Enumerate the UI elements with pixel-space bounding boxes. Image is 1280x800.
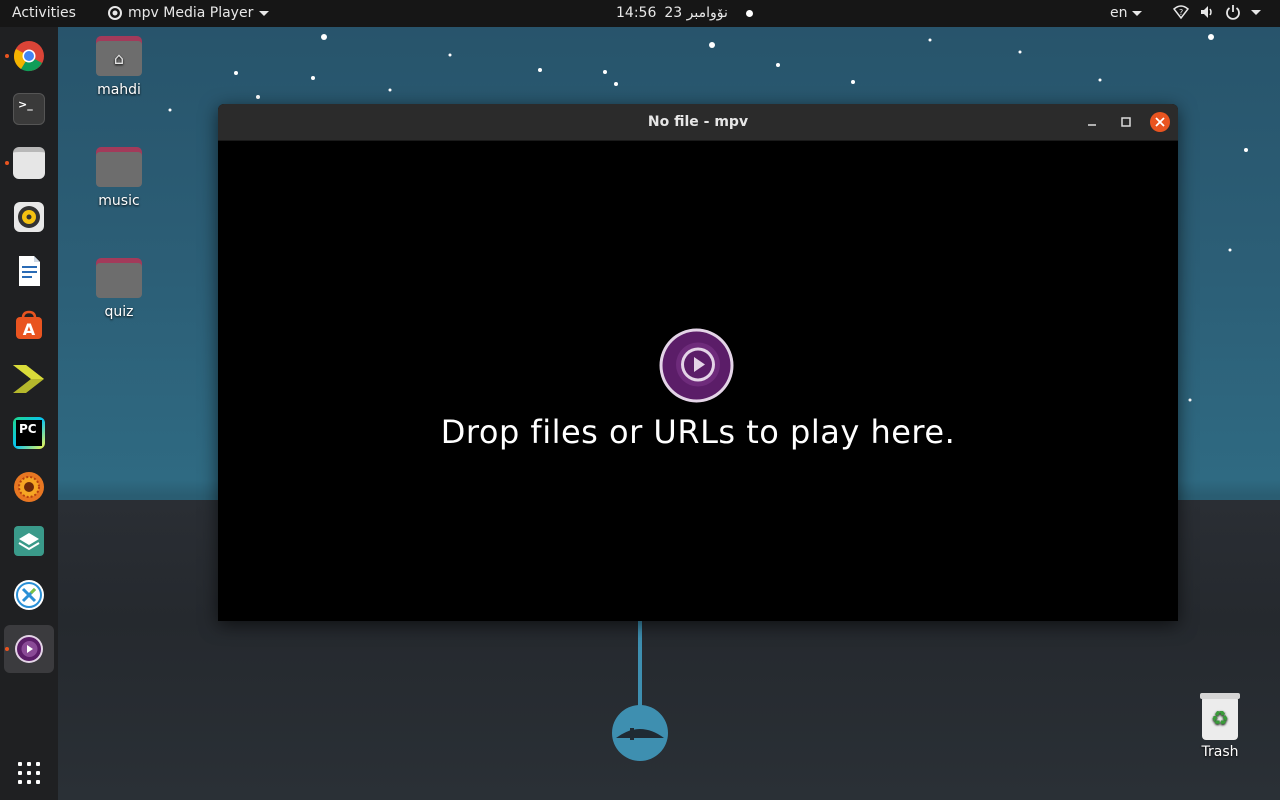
svg-text:?: ?: [1179, 8, 1183, 17]
language-label: en: [1110, 5, 1128, 21]
running-indicator: [5, 161, 9, 165]
desktop-icon-label: music: [98, 193, 140, 209]
desktop-icon-mahdi[interactable]: ⌂ mahdi: [79, 36, 159, 98]
close-button[interactable]: [1150, 112, 1170, 132]
dock-item-rhythmbox[interactable]: [4, 193, 54, 241]
pycharm-icon: PC: [13, 417, 45, 449]
app-menu[interactable]: mpv Media Player: [108, 5, 270, 21]
grid-dot: [27, 780, 31, 784]
files-icon: [13, 147, 45, 179]
software-icon: A: [16, 310, 42, 339]
dock-item-flower-app[interactable]: [4, 463, 54, 511]
running-indicator: [5, 647, 9, 651]
folder-icon: [96, 258, 142, 298]
desktop-icon-music[interactable]: music: [79, 147, 159, 209]
chevron-down-icon: [259, 10, 270, 16]
language-selector[interactable]: en: [1110, 5, 1142, 21]
maximize-icon: [1121, 117, 1131, 127]
dock-item-chrome[interactable]: [4, 32, 54, 80]
svg-text:A: A: [23, 320, 36, 339]
pycharm-icon-label: PC: [16, 420, 42, 446]
window-titlebar[interactable]: No file - mpv: [218, 104, 1178, 141]
system-menu[interactable]: ?: [1173, 4, 1261, 20]
chrome-icon: [13, 41, 44, 72]
dock-item-pycharm[interactable]: PC: [4, 409, 54, 457]
show-apps-button[interactable]: [18, 762, 40, 784]
mpv-icon: [15, 635, 43, 663]
grid-dot: [27, 762, 31, 766]
terminal-icon: >_: [13, 93, 45, 125]
grid-dot: [36, 762, 40, 766]
flower-icon: [14, 472, 44, 502]
dock-item-x-app[interactable]: [4, 571, 54, 619]
drop-hint-text: Drop files or URLs to play here.: [440, 413, 956, 451]
trash-label: Trash: [1201, 744, 1239, 760]
grid-dot: [27, 771, 31, 775]
writer-icon: [19, 256, 40, 286]
notification-dot-icon: [745, 9, 753, 17]
dock-item-files[interactable]: [4, 139, 54, 187]
trash-icon: ♻: [1200, 693, 1240, 740]
arrow-app-icon: [13, 365, 44, 393]
dock: >_ A PC: [0, 27, 58, 800]
x-app-icon: [14, 580, 44, 610]
minimize-icon: [1088, 124, 1096, 126]
folder-icon: [96, 147, 142, 187]
dock-item-terminal[interactable]: >_: [4, 85, 54, 133]
clock[interactable]: 14:56 23 نۆوامبر: [616, 5, 753, 21]
power-icon: [1226, 5, 1240, 20]
volume-icon: [1201, 6, 1212, 18]
home-folder-icon: ⌂: [96, 36, 142, 76]
dock-item-book-app[interactable]: [4, 517, 54, 565]
video-area[interactable]: Drop files or URLs to play here.: [218, 141, 1178, 621]
top-bar: Activities mpv Media Player 14:56 23 نۆو…: [0, 0, 1280, 27]
clock-date: 23 نۆوامبر: [664, 5, 728, 21]
wifi-icon: ?: [1173, 5, 1189, 20]
maximize-button[interactable]: [1116, 112, 1136, 132]
book-icon: [14, 526, 44, 556]
grid-dot: [36, 780, 40, 784]
mpv-small-icon: [108, 6, 122, 20]
mpv-logo-icon: [659, 328, 734, 403]
grid-dot: [18, 780, 22, 784]
rhythmbox-icon: [14, 202, 44, 232]
mpv-window: No file - mpv Drop files or URLs to play…: [218, 104, 1178, 621]
chevron-down-icon: [1131, 10, 1142, 16]
dock-item-software[interactable]: A: [4, 301, 54, 349]
close-icon: [1155, 117, 1165, 127]
chevron-down-icon: [1251, 9, 1261, 15]
desktop-icon-label: mahdi: [97, 82, 141, 98]
running-indicator: [5, 54, 9, 58]
dock-item-arrow-app[interactable]: [4, 355, 54, 403]
window-title: No file - mpv: [647, 114, 749, 130]
desktop-icon-label: quiz: [104, 304, 134, 320]
app-menu-label: mpv Media Player: [128, 5, 254, 21]
grid-dot: [18, 762, 22, 766]
dock-item-writer[interactable]: [4, 247, 54, 295]
grid-dot: [18, 771, 22, 775]
desktop-icon-trash[interactable]: ♻ Trash: [1186, 693, 1254, 760]
grid-dot: [36, 771, 40, 775]
desktop-icon-quiz[interactable]: quiz: [79, 258, 159, 320]
minimize-button[interactable]: [1082, 112, 1102, 132]
activities-button[interactable]: Activities: [12, 5, 76, 21]
clock-time: 14:56: [616, 5, 657, 21]
dock-item-mpv[interactable]: [4, 625, 54, 673]
